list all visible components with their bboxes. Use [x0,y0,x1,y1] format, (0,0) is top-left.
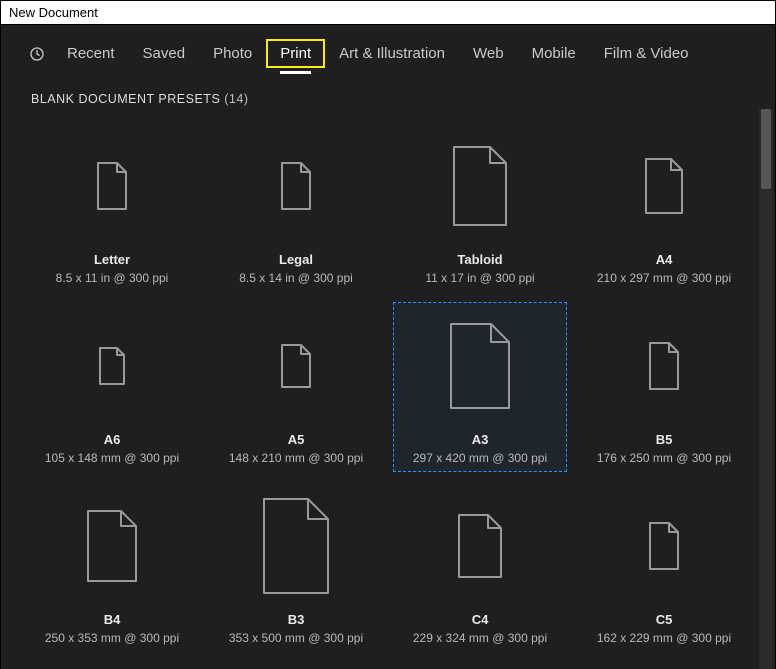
preset-dimensions: 148 x 210 mm @ 300 ppi [229,451,363,465]
preset-name: C4 [472,612,489,627]
preset-b3[interactable]: B3 353 x 500 mm @ 300 ppi [209,482,383,652]
document-icon-wrap [649,309,679,422]
tab-web[interactable]: Web [459,39,518,68]
document-icon-wrap [87,489,137,602]
preset-dimensions: 210 x 297 mm @ 300 ppi [597,271,731,285]
document-icon [281,162,311,210]
preset-dimensions: 8.5 x 11 in @ 300 ppi [56,271,169,285]
preset-legal[interactable]: Legal 8.5 x 14 in @ 300 ppi [209,122,383,292]
preset-name: B5 [656,432,673,447]
document-icon [649,522,679,570]
preset-name: A4 [656,252,673,267]
preset-a4[interactable]: A4 210 x 297 mm @ 300 ppi [577,122,751,292]
document-icon [458,514,502,578]
preset-scroll-area[interactable]: Letter 8.5 x 11 in @ 300 ppi Legal 8.5 x 1… [1,112,775,669]
document-icon-wrap [458,489,502,602]
section-label: BLANK DOCUMENT PRESETS [31,92,220,106]
preset-name: A5 [288,432,305,447]
scrollbar-track[interactable] [759,109,773,669]
preset-name: C5 [656,612,673,627]
document-icon-wrap [281,309,311,422]
preset-grid: Letter 8.5 x 11 in @ 300 ppi Legal 8.5 x 1… [25,122,751,652]
document-icon [645,158,683,214]
window-title: New Document [1,1,775,25]
tab-recent[interactable]: Recent [53,39,129,68]
preset-name: Legal [279,252,313,267]
document-icon [450,323,510,409]
document-icon [453,146,507,226]
tab-saved[interactable]: Saved [129,39,200,68]
document-icon-wrap [99,309,125,422]
preset-name: B4 [104,612,121,627]
tab-photo[interactable]: Photo [199,39,266,68]
preset-b4[interactable]: B4 250 x 353 mm @ 300 ppi [25,482,199,652]
document-icon-wrap [97,129,127,242]
tab-film[interactable]: Film & Video [590,39,703,68]
preset-dimensions: 11 x 17 in @ 300 ppi [425,271,534,285]
preset-dimensions: 229 x 324 mm @ 300 ppi [413,631,547,645]
preset-name: Letter [94,252,130,267]
document-icon [649,342,679,390]
preset-tabloid[interactable]: Tabloid 11 x 17 in @ 300 ppi [393,122,567,292]
document-icon [281,344,311,388]
preset-a3[interactable]: A3 297 x 420 mm @ 300 ppi [393,302,567,472]
document-icon [97,162,127,210]
preset-dimensions: 162 x 229 mm @ 300 ppi [597,631,731,645]
preset-c5[interactable]: C5 162 x 229 mm @ 300 ppi [577,482,751,652]
preset-letter[interactable]: Letter 8.5 x 11 in @ 300 ppi [25,122,199,292]
clock-icon [29,46,45,62]
document-icon-wrap [649,489,679,602]
preset-dimensions: 353 x 500 mm @ 300 ppi [229,631,363,645]
preset-dimensions: 105 x 148 mm @ 300 ppi [45,451,179,465]
tab-art[interactable]: Art & Illustration [325,39,459,68]
preset-dimensions: 250 x 353 mm @ 300 ppi [45,631,179,645]
dialog-body: RecentSavedPhotoPrintArt & IllustrationW… [1,25,775,669]
preset-dimensions: 8.5 x 14 in @ 300 ppi [239,271,353,285]
preset-name: A3 [472,432,489,447]
tab-print[interactable]: Print [266,39,325,68]
new-document-window: New Document RecentSavedPhotoPrintArt & … [0,0,776,669]
section-count: (14) [224,92,248,106]
preset-name: A6 [104,432,121,447]
preset-a6[interactable]: A6 105 x 148 mm @ 300 ppi [25,302,199,472]
document-icon-wrap [450,309,510,422]
preset-a5[interactable]: A5 148 x 210 mm @ 300 ppi [209,302,383,472]
preset-dimensions: 176 x 250 mm @ 300 ppi [597,451,731,465]
preset-b5[interactable]: B5 176 x 250 mm @ 300 ppi [577,302,751,472]
preset-c4[interactable]: C4 229 x 324 mm @ 300 ppi [393,482,567,652]
document-icon-wrap [263,489,329,602]
document-icon-wrap [281,129,311,242]
document-icon [87,510,137,582]
preset-name: Tabloid [457,252,502,267]
document-icon-wrap [453,129,507,242]
preset-dimensions: 297 x 420 mm @ 300 ppi [413,451,547,465]
section-header: BLANK DOCUMENT PRESETS (14) [1,82,775,112]
scrollbar-thumb[interactable] [761,109,771,189]
document-icon-wrap [645,129,683,242]
document-icon [99,347,125,385]
document-icon [263,498,329,594]
category-tabs: RecentSavedPhotoPrintArt & IllustrationW… [1,25,775,82]
preset-name: B3 [288,612,305,627]
tab-mobile[interactable]: Mobile [518,39,590,68]
